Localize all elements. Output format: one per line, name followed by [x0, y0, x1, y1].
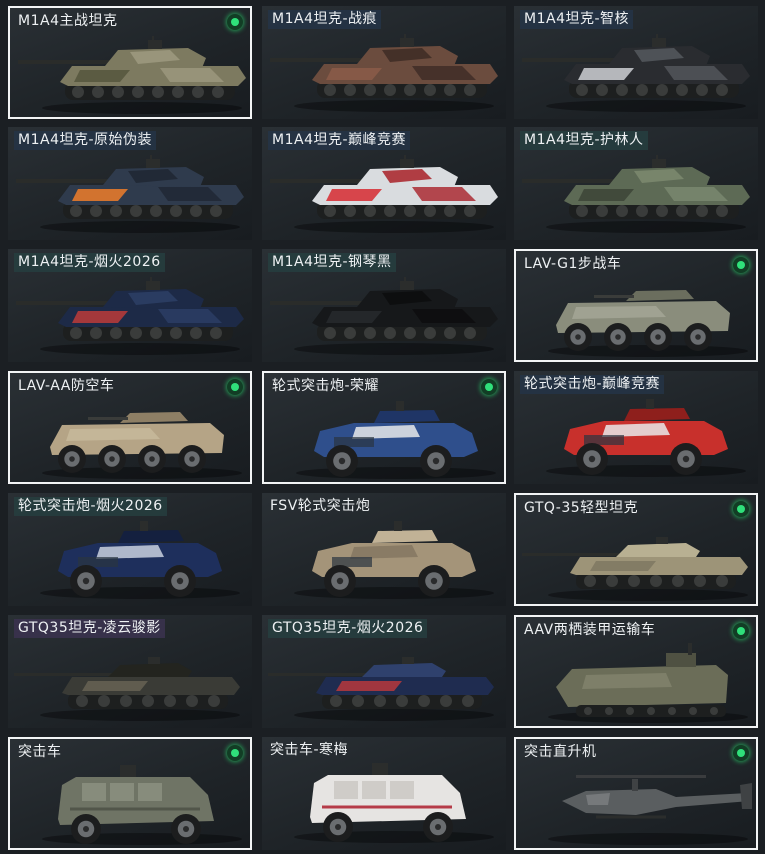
- owned-indicator-icon: [481, 379, 497, 395]
- vehicle-name: 轮式突击炮-荣耀: [272, 378, 380, 394]
- vehicle-card[interactable]: GTQ-35轻型坦克: [514, 493, 758, 606]
- vehicle-name: AAV两栖装甲运输车: [524, 622, 656, 638]
- vehicle-card[interactable]: M1A4坦克-巅峰竞赛: [262, 127, 506, 240]
- vehicle-name: M1A4坦克-巅峰竞赛: [268, 131, 411, 150]
- vehicle-card[interactable]: M1A4坦克-智核: [514, 6, 758, 119]
- vehicle-name: FSV轮式突击炮: [270, 498, 371, 514]
- vehicle-card[interactable]: 突击车: [8, 737, 252, 850]
- vehicle-name: LAV-G1步战车: [524, 256, 622, 272]
- vehicle-card[interactable]: 突击车-寒梅: [262, 737, 506, 850]
- owned-indicator-icon: [733, 745, 749, 761]
- vehicle-name: M1A4坦克-烟火2026: [14, 253, 165, 272]
- vehicle-card[interactable]: LAV-AA防空车: [8, 371, 252, 484]
- vehicle-name: LAV-AA防空车: [18, 378, 115, 394]
- owned-indicator-icon: [733, 623, 749, 639]
- vehicle-name: M1A4坦克-原始伪装: [14, 131, 157, 150]
- vehicle-name: 轮式突击炮-烟火2026: [14, 497, 167, 516]
- vehicle-name: 轮式突击炮-巅峰竞赛: [520, 375, 665, 394]
- vehicle-name: GTQ35坦克-凌云骏影: [14, 619, 165, 638]
- vehicle-name: GTQ35坦克-烟火2026: [268, 619, 428, 638]
- vehicle-name: 突击车: [18, 744, 62, 760]
- vehicle-card[interactable]: LAV-G1步战车: [514, 249, 758, 362]
- vehicle-card[interactable]: 轮式突击炮-荣耀: [262, 371, 506, 484]
- vehicle-name: 突击车-寒梅: [270, 742, 349, 758]
- vehicle-card[interactable]: AAV两栖装甲运输车: [514, 615, 758, 728]
- vehicle-card[interactable]: M1A4坦克-战痕: [262, 6, 506, 119]
- owned-indicator-icon: [733, 257, 749, 273]
- vehicle-card[interactable]: M1A4坦克-烟火2026: [8, 249, 252, 362]
- owned-indicator-icon: [227, 379, 243, 395]
- vehicle-name: M1A4坦克-钢琴黑: [268, 253, 396, 272]
- vehicle-card[interactable]: GTQ35坦克-烟火2026: [262, 615, 506, 728]
- vehicle-card[interactable]: 轮式突击炮-巅峰竞赛: [514, 371, 758, 484]
- owned-indicator-icon: [227, 745, 243, 761]
- vehicle-name: M1A4坦克-护林人: [520, 131, 648, 150]
- vehicle-skin-grid: M1A4主战坦克 M1A4坦克-战痕 M1A4坦克-智核 M1A4坦克-原始伪装 M1A…: [0, 0, 765, 854]
- vehicle-card[interactable]: M1A4坦克-原始伪装: [8, 127, 252, 240]
- vehicle-card[interactable]: 轮式突击炮-烟火2026: [8, 493, 252, 606]
- vehicle-name: M1A4坦克-战痕: [268, 10, 382, 29]
- vehicle-name: 突击直升机: [524, 744, 597, 760]
- vehicle-card[interactable]: M1A4主战坦克: [8, 6, 252, 119]
- vehicle-name: M1A4主战坦克: [18, 13, 118, 29]
- vehicle-card[interactable]: 突击直升机: [514, 737, 758, 850]
- vehicle-card[interactable]: M1A4坦克-护林人: [514, 127, 758, 240]
- owned-indicator-icon: [227, 14, 243, 30]
- vehicle-card[interactable]: M1A4坦克-钢琴黑: [262, 249, 506, 362]
- vehicle-name: GTQ-35轻型坦克: [524, 500, 639, 516]
- vehicle-card[interactable]: FSV轮式突击炮: [262, 493, 506, 606]
- owned-indicator-icon: [733, 501, 749, 517]
- vehicle-card[interactable]: GTQ35坦克-凌云骏影: [8, 615, 252, 728]
- vehicle-name: M1A4坦克-智核: [520, 10, 634, 29]
